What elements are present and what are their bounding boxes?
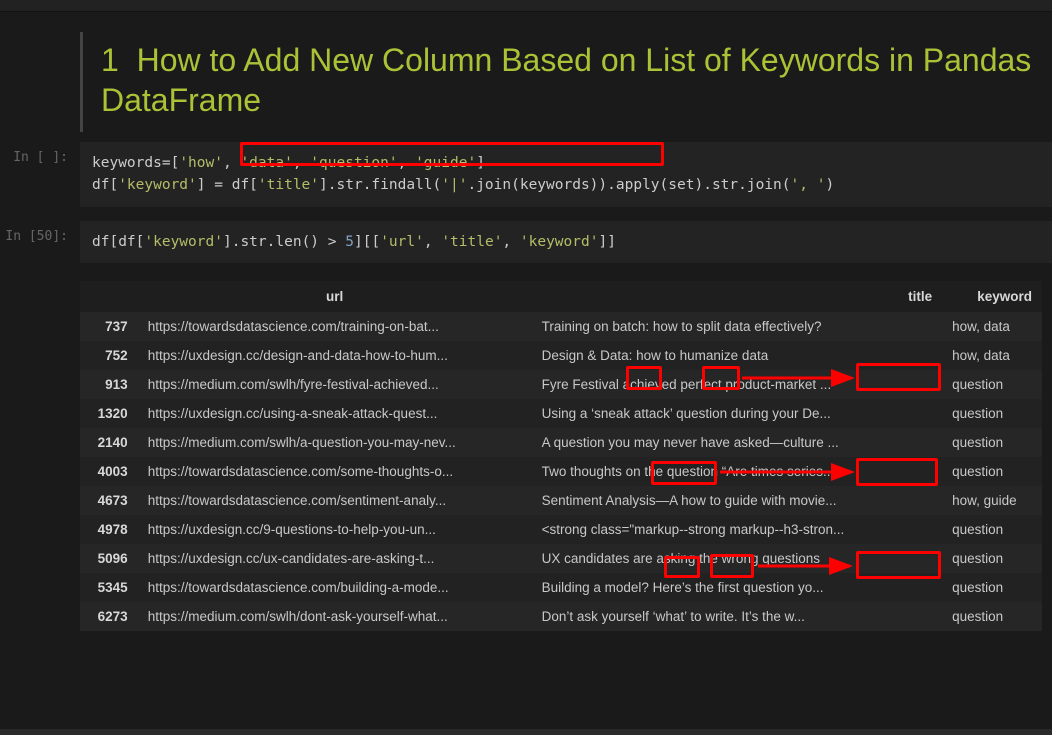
code-cell: In [50]: df[df['keyword'].str.len() > 5]… xyxy=(0,221,1052,263)
row-index: 2140 xyxy=(80,428,138,457)
col-header-title: title xyxy=(532,281,943,312)
table-row: 4003https://towardsdatascience.com/some-… xyxy=(80,457,1042,486)
cell-url: https://towardsdatascience.com/training-… xyxy=(138,312,532,341)
cell-keyword: how, data xyxy=(942,312,1042,341)
bottom-strip xyxy=(0,729,1052,735)
cell-url: https://medium.com/swlh/a-question-you-m… xyxy=(138,428,532,457)
cell-output: url title keyword 737https://towardsdata… xyxy=(80,281,1042,631)
markdown-cell: 1 How to Add New Column Based on List of… xyxy=(0,32,1052,132)
cell-title: UX candidates are asking the wrong quest… xyxy=(532,544,943,573)
heading-text: How to Add New Column Based on List of K… xyxy=(101,42,1031,118)
cell-url: https://uxdesign.cc/ux-candidates-are-as… xyxy=(138,544,532,573)
cell-url: https://medium.com/swlh/fyre-festival-ac… xyxy=(138,370,532,399)
prompt-gutter xyxy=(0,32,80,132)
cell-keyword: question xyxy=(942,457,1042,486)
row-index: 4978 xyxy=(80,515,138,544)
cell-title: Sentiment Analysis—A how to guide with m… xyxy=(532,486,943,515)
cell-title: Building a model? Here’s the first quest… xyxy=(532,573,943,602)
cell-url: https://towardsdatascience.com/building-… xyxy=(138,573,532,602)
cell-keyword: question xyxy=(942,399,1042,428)
cell-keyword: how, guide xyxy=(942,486,1042,515)
cell-title: Using a ‘sneak attack’ question during y… xyxy=(532,399,943,428)
input-prompt: In [50]: xyxy=(0,221,80,263)
col-header-url: url xyxy=(138,281,532,312)
cell-keyword: question xyxy=(942,370,1042,399)
table-header-row: url title keyword xyxy=(80,281,1042,312)
window-top-bar xyxy=(0,0,1052,12)
cell-title: Training on batch: how to split data eff… xyxy=(532,312,943,341)
code-input-area[interactable]: df[df['keyword'].str.len() > 5][['url', … xyxy=(80,221,1052,263)
cell-title: A question you may never have asked—cult… xyxy=(532,428,943,457)
cell-url: https://uxdesign.cc/9-questions-to-help-… xyxy=(138,515,532,544)
row-index: 5096 xyxy=(80,544,138,573)
cell-url: https://towardsdatascience.com/some-thou… xyxy=(138,457,532,486)
cell-url: https://medium.com/swlh/dont-ask-yoursel… xyxy=(138,602,532,631)
table-row: 1320https://uxdesign.cc/using-a-sneak-at… xyxy=(80,399,1042,428)
cell-keyword: how, data xyxy=(942,341,1042,370)
cell-title: Two thoughts on the question “Are times … xyxy=(532,457,943,486)
cell-title: Design & Data: how to humanize data xyxy=(532,341,943,370)
col-header-keyword: keyword xyxy=(942,281,1042,312)
cell-keyword: question xyxy=(942,515,1042,544)
cell-url: https://towardsdatascience.com/sentiment… xyxy=(138,486,532,515)
table-row: 737https://towardsdatascience.com/traini… xyxy=(80,312,1042,341)
heading-number: 1 xyxy=(101,42,119,78)
code-cell: In [ ]: keywords=['how', 'data', 'questi… xyxy=(0,142,1052,207)
table-row: 752https://uxdesign.cc/design-and-data-h… xyxy=(80,341,1042,370)
table-row: 4978https://uxdesign.cc/9-questions-to-h… xyxy=(80,515,1042,544)
cell-url: https://uxdesign.cc/design-and-data-how-… xyxy=(138,341,532,370)
cell-keyword: question xyxy=(942,602,1042,631)
table-row: 4673https://towardsdatascience.com/senti… xyxy=(80,486,1042,515)
row-index: 752 xyxy=(80,341,138,370)
table-row: 5345https://towardsdatascience.com/build… xyxy=(80,573,1042,602)
table-row: 6273https://medium.com/swlh/dont-ask-you… xyxy=(80,602,1042,631)
row-index: 4003 xyxy=(80,457,138,486)
row-index: 737 xyxy=(80,312,138,341)
cell-keyword: question xyxy=(942,428,1042,457)
dataframe-table: url title keyword 737https://towardsdata… xyxy=(80,281,1042,631)
cell-title: Don’t ask yourself ‘what’ to write. It’s… xyxy=(532,602,943,631)
input-prompt: In [ ]: xyxy=(0,142,80,207)
table-row: 5096https://uxdesign.cc/ux-candidates-ar… xyxy=(80,544,1042,573)
cell-url: https://uxdesign.cc/using-a-sneak-attack… xyxy=(138,399,532,428)
row-index: 4673 xyxy=(80,486,138,515)
table-row: 2140https://medium.com/swlh/a-question-y… xyxy=(80,428,1042,457)
row-index: 6273 xyxy=(80,602,138,631)
heading-cell: 1 How to Add New Column Based on List of… xyxy=(80,32,1052,132)
section-heading: 1 How to Add New Column Based on List of… xyxy=(101,40,1052,120)
row-index: 913 xyxy=(80,370,138,399)
code-input-area[interactable]: keywords=['how', 'data', 'question', 'gu… xyxy=(80,142,1052,207)
table-row: 913https://medium.com/swlh/fyre-festival… xyxy=(80,370,1042,399)
cell-keyword: question xyxy=(942,573,1042,602)
cell-keyword: question xyxy=(942,544,1042,573)
row-index: 5345 xyxy=(80,573,138,602)
cell-title: Fyre Festival achieved perfect product-m… xyxy=(532,370,943,399)
cell-title: <strong class="markup--strong markup--h3… xyxy=(532,515,943,544)
row-index: 1320 xyxy=(80,399,138,428)
